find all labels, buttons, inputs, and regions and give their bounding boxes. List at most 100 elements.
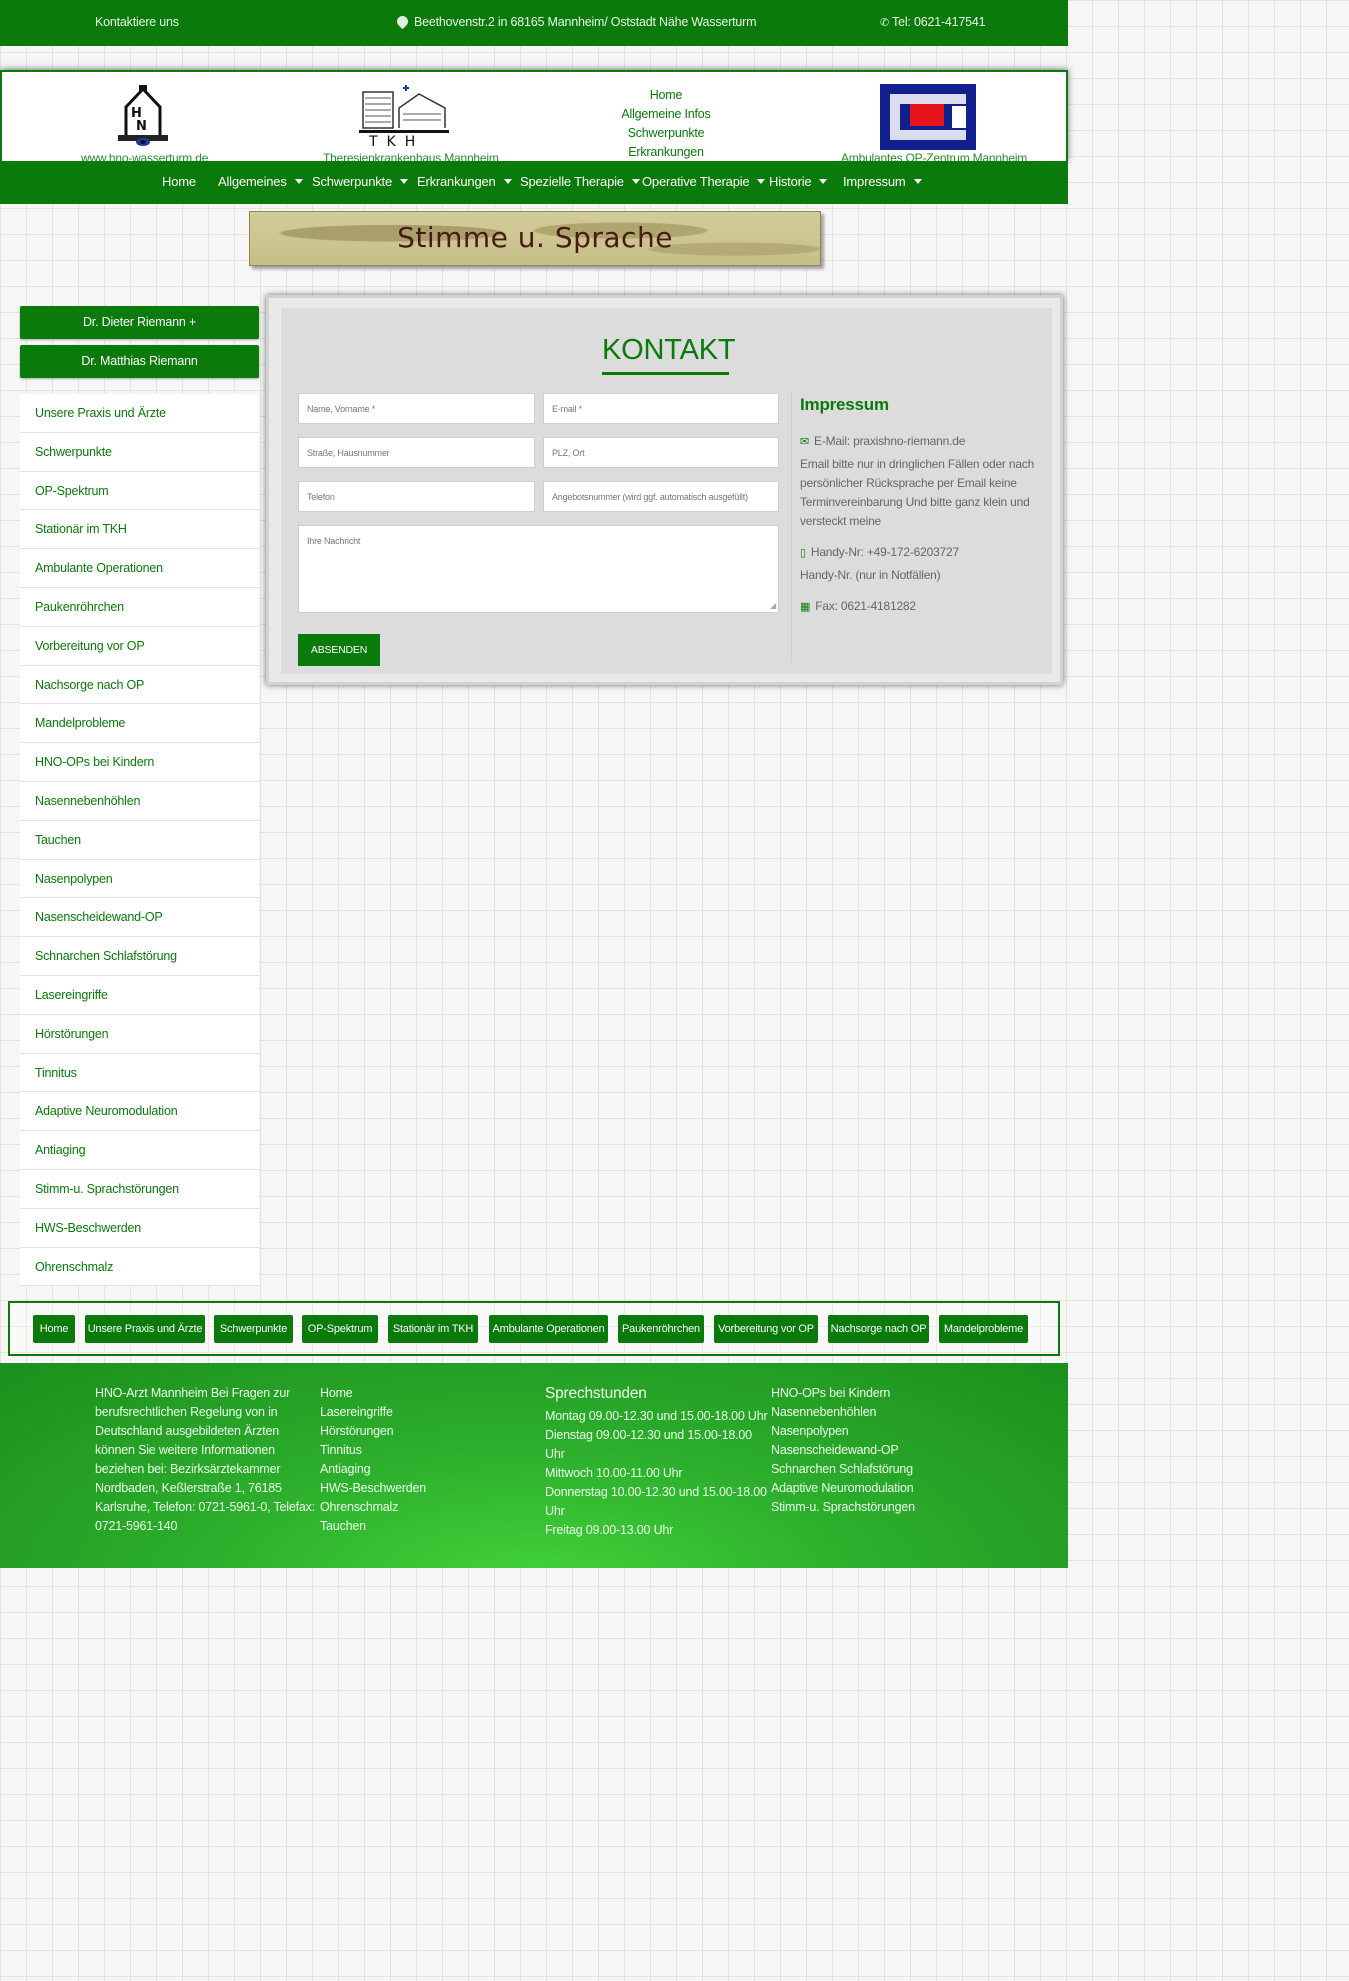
- bottom-nav-item[interactable]: Mandelprobleme: [939, 1315, 1028, 1343]
- footer-link[interactable]: Nasenpolypen: [771, 1422, 915, 1441]
- sidebar-item[interactable]: Adaptive Neuromodulation: [20, 1092, 259, 1132]
- name-input[interactable]: Name, Vorname *: [298, 393, 535, 424]
- footer-link[interactable]: HNO-OPs bei Kindern: [771, 1384, 915, 1403]
- footer-link[interactable]: Antiaging: [320, 1460, 426, 1479]
- sidebar-item[interactable]: Schnarchen Schlafstörung: [20, 937, 259, 976]
- header-center-links: Home Allgemeine Infos Schwerpunkte Erkra…: [602, 86, 730, 162]
- footer-link[interactable]: Stimm-u. Sprachstörungen: [771, 1498, 915, 1517]
- sidebar-item[interactable]: Paukenröhrchen: [20, 587, 259, 627]
- footer-link[interactable]: Nasenscheidewand-OP: [771, 1441, 915, 1460]
- mobile-icon: ▯: [800, 547, 806, 559]
- phone-input[interactable]: Telefon: [298, 481, 535, 512]
- sidebar-item[interactable]: Nasenpolypen: [20, 859, 259, 899]
- impressum-title: Impressum: [800, 395, 889, 414]
- nav-spezielle-therapie-label: Spezielle Therapie: [520, 174, 624, 189]
- nav-impressum-label: Impressum: [843, 174, 906, 189]
- caret-down-icon: [757, 179, 766, 184]
- footer-link[interactable]: Tinnitus: [320, 1441, 426, 1460]
- footer-hours-title: Sprechstunden: [545, 1385, 647, 1402]
- footer-hours-line: Dienstag 09.00-12.30 und 15.00-18.00: [545, 1428, 752, 1442]
- sidebar-item[interactable]: Vorbereitung vor OP: [20, 626, 259, 666]
- footer-link[interactable]: Lasereingriffe: [320, 1403, 426, 1422]
- sidebar-item[interactable]: Antiaging: [20, 1131, 259, 1170]
- contact-title-underline: [602, 372, 729, 375]
- footer-links-1: Home Lasereingriffe Hörstörungen Tinnitu…: [320, 1384, 426, 1536]
- sidebar-item[interactable]: Nachsorge nach OP: [20, 665, 259, 705]
- footer-link[interactable]: Hörstörungen: [320, 1422, 426, 1441]
- bottom-nav-item[interactable]: Vorbereitung vor OP: [714, 1315, 818, 1343]
- footer-about-line: Nordbaden, Keßlerstraße 1, 76185: [95, 1481, 282, 1495]
- nav-impressum[interactable]: Impressum: [843, 174, 922, 189]
- nav-operative-therapie-label: Operative Therapie: [642, 174, 750, 189]
- bottom-nav-item[interactable]: Unsere Praxis und Ärzte: [85, 1315, 205, 1343]
- footer-about-line: Karlsruhe, Telefon: 0721-5961-0, Telefax…: [95, 1500, 315, 1514]
- sidebar-item[interactable]: Hörstörungen: [20, 1014, 259, 1054]
- bottom-nav-item[interactable]: OP-Spektrum: [302, 1315, 378, 1343]
- header-link-schwerpunkte[interactable]: Schwerpunkte: [602, 124, 730, 143]
- header-link-home[interactable]: Home: [602, 86, 730, 105]
- footer-link[interactable]: Tauchen: [320, 1517, 426, 1536]
- offer-number-input[interactable]: Angebotsnummer (wird ggf. automatisch au…: [543, 481, 779, 512]
- bottom-nav-item[interactable]: Paukenröhrchen: [618, 1315, 704, 1343]
- doctor-button-matthias[interactable]: Dr. Matthias Riemann: [20, 345, 259, 378]
- hno-logo-icon[interactable]: H N: [114, 85, 172, 147]
- nav-home[interactable]: Home: [162, 174, 196, 189]
- bottom-nav-item[interactable]: Ambulante Operationen: [489, 1315, 608, 1343]
- sidebar-item[interactable]: Nasennebenhöhlen: [20, 781, 259, 821]
- impressum-email[interactable]: ✉ E-Mail: praxishno-riemann.de: [800, 432, 1040, 452]
- nav-erkrankungen[interactable]: Erkrankungen: [417, 174, 512, 189]
- city-input[interactable]: PLZ, Ort: [543, 437, 779, 468]
- sidebar-item[interactable]: HWS-Beschwerden: [20, 1208, 259, 1248]
- street-input[interactable]: Straße, Hausnummer: [298, 437, 535, 468]
- sidebar-item[interactable]: Ambulante Operationen: [20, 549, 259, 588]
- nav-schwerpunkte[interactable]: Schwerpunkte: [312, 174, 408, 189]
- submit-button[interactable]: ABSENDEN: [298, 634, 380, 666]
- sidebar-item[interactable]: Ohrenschmalz: [20, 1247, 259, 1287]
- nav-allgemeines[interactable]: Allgemeines: [218, 174, 303, 189]
- sidebar-item[interactable]: OP-Spektrum: [20, 471, 259, 511]
- sidebar-item[interactable]: HNO-OPs bei Kindern: [20, 743, 259, 782]
- footer-about-line: beziehen bei: Bezirksärztekammer: [95, 1462, 281, 1476]
- nav-spezielle-therapie[interactable]: Spezielle Therapie: [520, 174, 640, 189]
- header-link-allgemeine-infos[interactable]: Allgemeine Infos: [602, 105, 730, 124]
- sidebar-item[interactable]: Lasereingriffe: [20, 975, 259, 1015]
- bottom-nav-item[interactable]: Home: [33, 1315, 75, 1343]
- contact-title: KONTAKT: [602, 334, 736, 366]
- footer-about-line: 0721-5961-140: [95, 1519, 178, 1533]
- sidebar-item[interactable]: Stationär im TKH: [20, 510, 259, 550]
- footer-link[interactable]: Home: [320, 1384, 426, 1403]
- header-link-erkrankungen[interactable]: Erkrankungen: [602, 143, 730, 162]
- nav-operative-therapie[interactable]: Operative Therapie: [642, 174, 766, 189]
- bottom-nav-item[interactable]: Schwerpunkte: [214, 1315, 293, 1343]
- phone[interactable]: ✆ Tel: 0621-417541: [880, 15, 986, 29]
- banner-title: Stimme u. Sprache: [397, 221, 673, 254]
- nav-historie[interactable]: Historie: [769, 174, 828, 189]
- envelope-icon: ✉: [800, 436, 810, 448]
- sidebar-item[interactable]: Unsere Praxis und Ärzte: [20, 394, 259, 433]
- footer-link[interactable]: Schnarchen Schlafstörung: [771, 1460, 915, 1479]
- contact-link[interactable]: Kontaktiere uns: [95, 15, 179, 29]
- email-input[interactable]: E-mail *: [543, 393, 779, 424]
- bottom-nav-item[interactable]: Nachsorge nach OP: [828, 1315, 929, 1343]
- doctor-button-dieter[interactable]: Dr. Dieter Riemann +: [20, 306, 259, 339]
- tkh-logo-icon[interactable]: TKH: [359, 84, 451, 148]
- address-text: Beethovenstr.2 in 68165 Mannheim/ Oststa…: [414, 15, 757, 29]
- sidebar-item[interactable]: Nasenscheidewand-OP: [20, 898, 259, 938]
- message-textarea[interactable]: Ihre Nachricht ◢: [298, 525, 779, 613]
- sidebar-item[interactable]: Stimm-u. Sprachstörungen: [20, 1169, 259, 1209]
- sidebar-item[interactable]: Schwerpunkte: [20, 432, 259, 472]
- footer-link[interactable]: HWS-Beschwerden: [320, 1479, 426, 1498]
- footer-hours-line: Mittwoch 10.00-11.00 Uhr: [545, 1466, 683, 1480]
- bottom-nav-item[interactable]: Stationär im TKH: [388, 1315, 478, 1343]
- resize-grip-icon[interactable]: ◢: [770, 601, 776, 610]
- sidebar-item[interactable]: Tinnitus: [20, 1053, 259, 1093]
- footer-link[interactable]: Ohrenschmalz: [320, 1498, 426, 1517]
- top-bar: Kontaktiere uns Beethovenstr.2 in 68165 …: [0, 0, 1068, 46]
- footer-about-line: berufsrechtlichen Regelung von in: [95, 1405, 278, 1419]
- footer-link[interactable]: Adaptive Neuromodulation: [771, 1479, 915, 1498]
- sidebar-item[interactable]: Tauchen: [20, 820, 259, 860]
- sidebar-item[interactable]: Mandelprobleme: [20, 704, 259, 744]
- footer-link[interactable]: Nasennebenhöhlen: [771, 1403, 915, 1422]
- impressum-mobile[interactable]: ▯ Handy-Nr: +49-172-6203727: [800, 543, 1040, 563]
- op-zentrum-logo-icon[interactable]: [880, 84, 976, 150]
